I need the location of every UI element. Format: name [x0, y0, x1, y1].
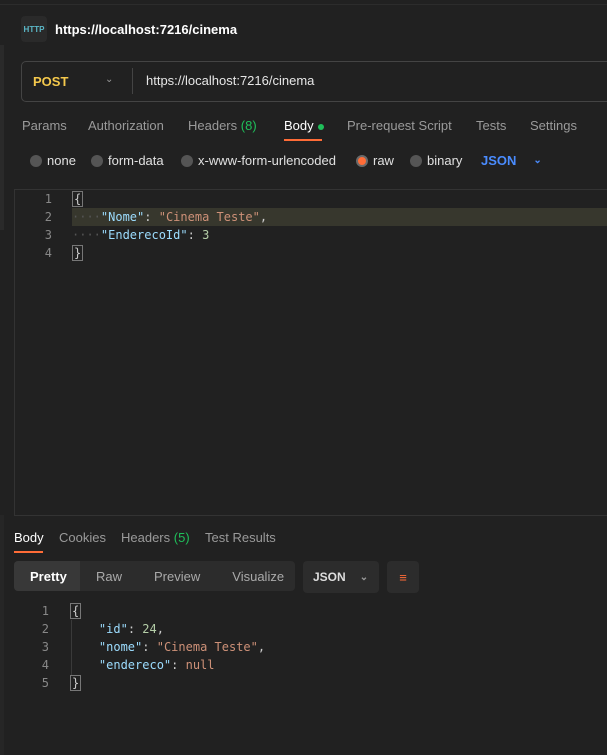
json-key: "endereco": [98, 658, 172, 672]
format-label: JSON: [481, 153, 517, 168]
code-line: ····"Nome": "Cinema Teste",: [72, 210, 268, 224]
view-raw[interactable]: Raw: [80, 561, 138, 591]
code-line: {: [70, 603, 82, 619]
json-value: 3: [202, 228, 210, 242]
sidebar-edge: [0, 515, 4, 755]
wrap-lines-button[interactable]: ≡: [387, 561, 419, 593]
radio-none[interactable]: none: [30, 153, 76, 168]
chevron-down-icon[interactable]: ⌄: [105, 74, 113, 85]
json-value: "Cinema Teste": [156, 640, 258, 654]
chevron-down-icon: ⌄: [533, 155, 542, 166]
json-value: "Cinema Teste": [158, 210, 260, 224]
http-icon: HTTP: [21, 16, 47, 42]
radio-icon: [181, 154, 193, 167]
line-number: 2: [44, 210, 52, 224]
headers-count: (8): [240, 118, 257, 133]
response-tab-headers[interactable]: Headers (5): [121, 530, 190, 545]
response-format-select[interactable]: JSON ⌄: [303, 561, 379, 593]
brace: {: [72, 191, 84, 207]
radio-icon: [91, 154, 103, 167]
json-value: null: [185, 658, 215, 672]
divider: [132, 68, 133, 94]
response-tab-body[interactable]: Body: [14, 530, 44, 545]
tab-label: Headers: [188, 118, 238, 133]
radio-label: form-data: [108, 153, 164, 168]
code-line: }: [72, 245, 84, 261]
active-tab-underline: [284, 139, 322, 141]
radio-label: none: [47, 153, 76, 168]
url-input[interactable]: https://localhost:7216/cinema: [146, 73, 314, 88]
top-divider: [0, 4, 607, 5]
active-tab-underline: [14, 551, 43, 553]
radio-selected-icon: [356, 154, 368, 167]
brace: }: [70, 675, 82, 691]
json-key: "id": [98, 622, 128, 636]
json-key: "Nome": [100, 210, 145, 224]
radio-label: binary: [427, 153, 463, 168]
code-line: }: [70, 675, 82, 691]
line-number: 3: [44, 228, 52, 242]
line-number: 5: [41, 676, 49, 690]
json-value: 24: [142, 622, 157, 636]
tab-pre-request-script[interactable]: Pre-request Script: [347, 118, 452, 133]
body-format-select[interactable]: JSON ⌄: [481, 153, 542, 168]
view-visualize[interactable]: Visualize: [216, 561, 300, 591]
tab-body[interactable]: Body: [284, 118, 324, 133]
brace: {: [70, 603, 82, 619]
method-select[interactable]: POST: [33, 74, 68, 89]
radio-form-data[interactable]: form-data: [91, 153, 164, 168]
headers-count: (5): [173, 530, 190, 545]
format-label: JSON: [313, 570, 346, 584]
tab-params[interactable]: Params: [22, 118, 67, 133]
code-line: {: [72, 191, 84, 207]
radio-urlencoded[interactable]: x-www-form-urlencoded: [181, 153, 336, 168]
tab-label: Headers: [121, 530, 171, 545]
line-number: 3: [41, 640, 49, 654]
radio-label: raw: [373, 153, 394, 168]
line-number: 4: [41, 658, 49, 672]
radio-raw[interactable]: raw: [356, 153, 394, 168]
radio-icon: [410, 154, 422, 167]
response-tab-cookies[interactable]: Cookies: [59, 530, 106, 545]
chevron-down-icon: ⌄: [359, 571, 369, 583]
line-number: 4: [44, 246, 52, 260]
radio-label: x-www-form-urlencoded: [198, 153, 336, 168]
code-line: "id": 24,: [98, 622, 164, 636]
tab-headers[interactable]: Headers (8): [188, 118, 257, 133]
response-tab-test-results[interactable]: Test Results: [205, 530, 276, 545]
code-line: "endereco": null: [98, 658, 215, 672]
code-line: ····"EnderecoId": 3: [72, 228, 210, 242]
tab-label: Body: [284, 118, 314, 133]
tab-settings[interactable]: Settings: [530, 118, 577, 133]
radio-icon: [30, 154, 42, 167]
code-line: "nome": "Cinema Teste",: [98, 640, 266, 654]
view-preview[interactable]: Preview: [138, 561, 216, 591]
view-pretty[interactable]: Pretty: [14, 561, 80, 591]
brace: }: [72, 245, 84, 261]
line-number: 1: [41, 604, 49, 618]
sidebar-scrollbar[interactable]: [0, 45, 4, 230]
line-number: 1: [44, 192, 52, 206]
json-key: "nome": [98, 640, 143, 654]
line-number: 2: [41, 622, 49, 636]
tab-tests[interactable]: Tests: [476, 118, 506, 133]
request-title: https://localhost:7216/cinema: [55, 22, 238, 37]
json-key: "EnderecoId": [100, 228, 188, 242]
wrap-icon: ≡: [399, 569, 407, 585]
modified-dot-icon: [317, 123, 324, 130]
tab-authorization[interactable]: Authorization: [88, 118, 164, 133]
view-mode-toggle: Pretty Raw Preview Visualize: [14, 561, 295, 591]
radio-binary[interactable]: binary: [410, 153, 462, 168]
